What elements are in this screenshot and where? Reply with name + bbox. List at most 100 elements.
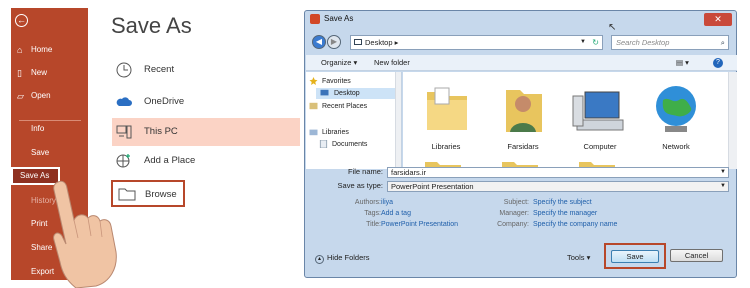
sidebar-item-open[interactable]: ▱ Open xyxy=(11,87,88,105)
recent-places-icon xyxy=(309,102,318,110)
nav-item-desktop[interactable]: Desktop xyxy=(316,88,396,99)
powerpoint-icon xyxy=(310,14,320,24)
sidebar-item-home[interactable]: ⌂ Home xyxy=(11,41,88,59)
view-options-icon[interactable]: ▤ ▾ xyxy=(676,55,689,71)
tags-label: Tags: xyxy=(364,210,381,217)
file-name-field[interactable]: farsidars.ir ▼ xyxy=(387,167,729,178)
computer-icon xyxy=(572,91,624,131)
location-recent[interactable]: Recent xyxy=(112,56,300,84)
metadata-panel: Authors: iliya Tags: Add a tag Title: Po… xyxy=(305,197,738,237)
sidebar-item-info[interactable]: Info xyxy=(11,120,88,138)
location-this-pc[interactable]: This PC xyxy=(112,118,300,146)
sidebar-item-label: Save xyxy=(31,148,50,157)
company-label: Company: xyxy=(497,221,529,228)
desktop-icon xyxy=(320,89,329,96)
save-as-dialog: Save As ✕ ◀ ▶ Desktop ▸ ▼ ↻ Search Deskt… xyxy=(304,10,737,278)
chevron-down-icon: ▾ xyxy=(586,253,591,262)
file-label: Libraries xyxy=(431,142,461,151)
address-bar[interactable]: Desktop ▸ ▼ ↻ xyxy=(350,35,603,50)
nav-item-favorites[interactable]: Favorites xyxy=(309,76,351,87)
nav-item-documents[interactable]: Documents xyxy=(319,139,367,150)
star-icon xyxy=(309,77,318,85)
file-label: Network xyxy=(662,142,690,151)
search-placeholder: Search Desktop xyxy=(616,38,670,47)
user-folder-icon xyxy=(506,90,542,132)
desktop-icon xyxy=(354,39,362,45)
nav-item-libraries[interactable]: Libraries xyxy=(309,127,349,138)
manager-value[interactable]: Specify the manager xyxy=(533,210,597,217)
subject-value[interactable]: Specify the subject xyxy=(533,199,592,206)
nav-label: Recent Places xyxy=(322,103,368,110)
nav-item-recent-places[interactable]: Recent Places xyxy=(309,101,368,112)
search-icon: ⌕ xyxy=(720,38,725,47)
tools-button[interactable]: Tools ▾ xyxy=(567,253,590,262)
refresh-icon[interactable]: ↻ xyxy=(592,36,599,49)
nav-label: Desktop xyxy=(334,90,360,97)
sidebar-item-save[interactable]: Save xyxy=(11,144,88,162)
search-input[interactable]: Search Desktop ⌕ xyxy=(611,35,729,50)
organize-button[interactable]: Organize ▾ xyxy=(321,55,357,71)
path-separator: ▸ xyxy=(394,38,399,47)
help-icon[interactable]: ? xyxy=(713,58,723,68)
save-button-highlight: Save xyxy=(604,243,666,269)
new-doc-icon: ▯ xyxy=(17,68,22,78)
title-value[interactable]: PowerPoint Presentation xyxy=(381,221,458,228)
folder-open-icon: ▱ xyxy=(17,91,24,101)
new-folder-button[interactable]: New folder xyxy=(374,55,410,71)
company-value[interactable]: Specify the company name xyxy=(533,221,617,228)
hide-folders-button[interactable]: ▴ Hide Folders xyxy=(315,253,370,264)
file-name-label: File name: xyxy=(347,167,383,176)
mouse-cursor-icon: ↖ xyxy=(608,22,617,33)
file-item-farsidars[interactable]: Farsidars xyxy=(488,76,558,156)
globe-plus-icon xyxy=(116,154,130,168)
libraries-folder-icon xyxy=(427,87,467,130)
forward-button[interactable]: ▶ xyxy=(327,35,341,49)
chevron-down-icon[interactable]: ▼ xyxy=(720,182,726,191)
location-label: OneDrive xyxy=(144,96,185,107)
nav-scrollbar[interactable] xyxy=(395,72,401,169)
save-type-select[interactable]: PowerPoint Presentation ▼ xyxy=(387,181,729,192)
save-type-value: PowerPoint Presentation xyxy=(391,182,474,191)
libraries-icon xyxy=(309,129,318,136)
file-item-computer[interactable]: Computer xyxy=(565,76,635,156)
page-title: Save As xyxy=(111,13,192,38)
file-list-scrollbar[interactable] xyxy=(728,72,737,169)
authors-label: Authors: xyxy=(354,199,381,206)
file-label: Farsidars xyxy=(507,142,539,151)
back-arrow-icon[interactable]: ← xyxy=(15,14,28,27)
tags-value[interactable]: Add a tag xyxy=(381,210,411,217)
subject-label: Subject: xyxy=(503,199,529,206)
authors-value[interactable]: iliya xyxy=(381,199,393,206)
cloud-icon xyxy=(116,97,132,106)
tools-label: Tools xyxy=(567,253,585,262)
location-label: Add a Place xyxy=(144,155,196,166)
pointing-hand-icon xyxy=(53,180,117,288)
sidebar-item-label: Save As xyxy=(20,171,50,180)
documents-icon xyxy=(319,140,328,148)
back-button[interactable]: ◀ xyxy=(312,35,326,49)
dialog-toolbar: Organize ▾ New folder ▤ ▾ ? xyxy=(306,55,737,71)
chevron-down-icon[interactable]: ▼ xyxy=(720,168,726,177)
location-add-place[interactable]: Add a Place xyxy=(112,147,300,175)
sidebar-item-new[interactable]: ▯ New xyxy=(11,64,88,82)
hide-folders-label: Hide Folders xyxy=(327,253,370,262)
home-icon: ⌂ xyxy=(17,45,23,55)
file-list: Libraries Farsidars Computer Network xyxy=(403,72,737,169)
file-label: Computer xyxy=(583,142,617,151)
file-item-libraries[interactable]: Libraries xyxy=(411,76,481,156)
browse-label: Browse xyxy=(145,189,177,200)
sidebar-item-label: Info xyxy=(31,124,45,133)
file-item-network[interactable]: Network xyxy=(641,76,711,156)
file-name-row: File name: farsidars.ir ▼ xyxy=(305,167,738,179)
save-button[interactable]: Save xyxy=(611,250,659,263)
computer-icon xyxy=(116,125,132,139)
location-onedrive[interactable]: OneDrive xyxy=(112,88,300,116)
title-label: Title: xyxy=(366,221,381,228)
chevron-down-icon[interactable]: ▼ xyxy=(580,36,586,49)
nav-label: Libraries xyxy=(322,129,349,136)
save-type-row: Save as type: PowerPoint Presentation ▼ xyxy=(305,181,738,193)
cancel-button[interactable]: Cancel xyxy=(670,249,723,262)
network-globe-icon xyxy=(656,86,696,132)
sidebar-item-label: Home xyxy=(31,45,53,54)
close-button[interactable]: ✕ xyxy=(704,13,732,26)
